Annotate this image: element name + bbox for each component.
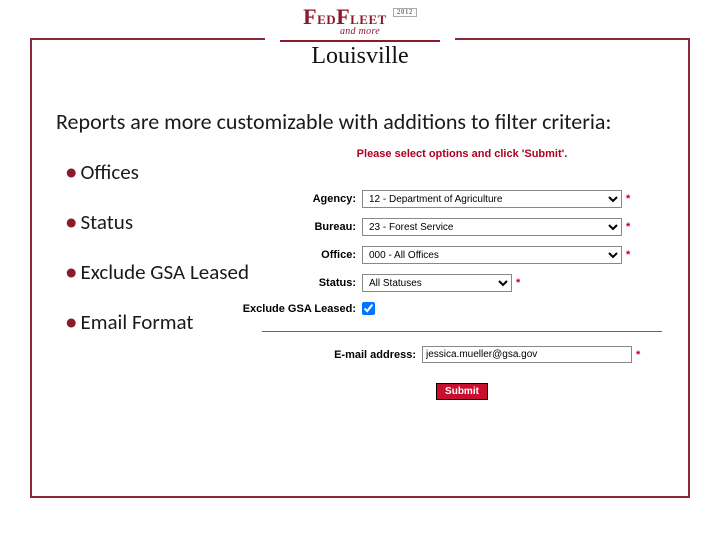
bureau-select[interactable]: 23 - Forest Service bbox=[362, 218, 622, 236]
slide-heading: Reports are more customizable with addit… bbox=[56, 108, 611, 135]
logo-letter: ED bbox=[317, 12, 336, 27]
agency-label: Agency: bbox=[262, 193, 362, 205]
bureau-row: Bureau: 23 - Forest Service * bbox=[262, 218, 662, 236]
status-row: Status: All Statuses * bbox=[262, 274, 662, 292]
exclude-gsa-checkbox[interactable] bbox=[362, 302, 375, 315]
bullet-offices: •Offices bbox=[66, 160, 256, 184]
office-select[interactable]: 000 - All Offices bbox=[362, 246, 622, 264]
required-mark: * bbox=[636, 349, 640, 361]
bullet-dot-icon: • bbox=[66, 209, 76, 235]
email-input[interactable] bbox=[422, 346, 632, 363]
office-label: Office: bbox=[262, 249, 362, 261]
email-row: E-mail address: * bbox=[262, 346, 662, 363]
bullet-label: Offices bbox=[80, 159, 138, 185]
form-divider bbox=[262, 331, 662, 332]
required-mark: * bbox=[626, 193, 630, 205]
logo-letter: F bbox=[303, 4, 317, 29]
fedfleet-logo: FEDFLEET 2012 and more Louisville bbox=[265, 6, 455, 68]
bullet-label: Email Format bbox=[80, 309, 193, 335]
required-mark: * bbox=[516, 277, 520, 289]
agency-select[interactable]: 12 - Department of Agriculture bbox=[362, 190, 622, 208]
submit-wrap: Submit bbox=[262, 383, 662, 400]
bullet-dot-icon: • bbox=[66, 159, 76, 185]
submit-button[interactable]: Submit bbox=[436, 383, 488, 400]
logo-letter: LEET bbox=[350, 12, 387, 27]
bullet-dot-icon: • bbox=[66, 309, 76, 335]
status-select[interactable]: All Statuses bbox=[362, 274, 512, 292]
agency-row: Agency: 12 - Department of Agriculture * bbox=[262, 190, 662, 208]
status-label: Status: bbox=[262, 277, 362, 289]
logo-city: Louisville bbox=[271, 44, 449, 68]
slide-frame: Reports are more customizable with addit… bbox=[30, 38, 690, 498]
email-label: E-mail address: bbox=[262, 349, 422, 361]
required-mark: * bbox=[626, 221, 630, 233]
bullet-status: •Status bbox=[66, 210, 256, 234]
office-row: Office: 000 - All Offices * bbox=[262, 246, 662, 264]
logo-tagline: and more bbox=[271, 26, 449, 37]
bullet-label: Status bbox=[80, 209, 133, 235]
exclude-row: Exclude GSA Leased: bbox=[202, 302, 662, 315]
logo-year: 2012 bbox=[393, 8, 417, 17]
form-instruction: Please select options and click 'Submit'… bbox=[262, 148, 662, 160]
filter-form: Please select options and click 'Submit'… bbox=[262, 148, 662, 400]
bullet-dot-icon: • bbox=[66, 259, 76, 285]
bullet-list: •Offices •Status •Exclude GSA Leased •Em… bbox=[66, 160, 256, 361]
bureau-label: Bureau: bbox=[262, 221, 362, 233]
logo-underline bbox=[280, 40, 440, 42]
exclude-label: Exclude GSA Leased: bbox=[202, 303, 362, 315]
required-mark: * bbox=[626, 249, 630, 261]
bullet-label: Exclude GSA Leased bbox=[80, 259, 249, 285]
bullet-exclude-gsa: •Exclude GSA Leased bbox=[66, 260, 256, 284]
logo-brand: FEDFLEET 2012 bbox=[271, 6, 449, 28]
